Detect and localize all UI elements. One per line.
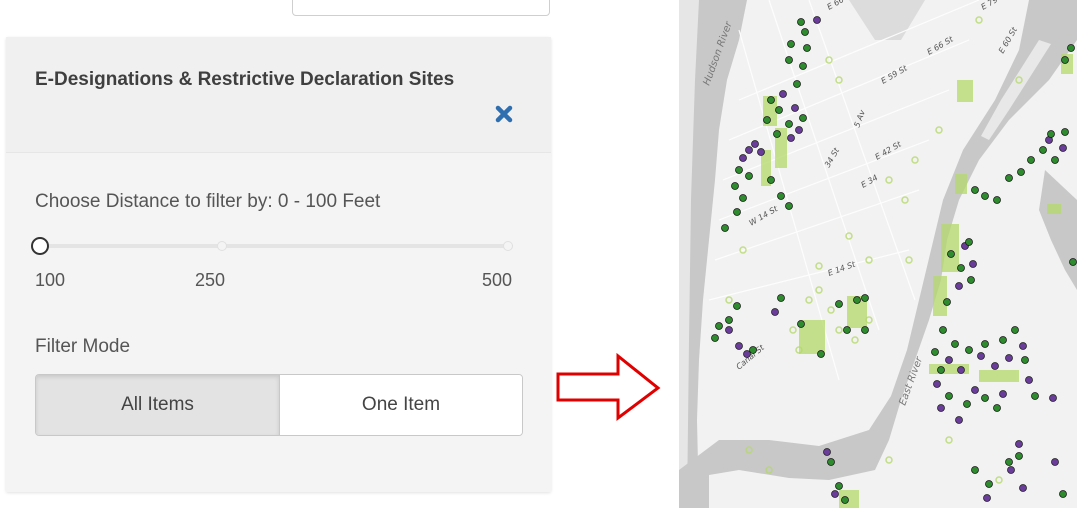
- panel-title: E-Designations & Restrictive Declaration…: [35, 69, 455, 90]
- slider-tick-250: [217, 241, 227, 251]
- right-arrow-icon: [556, 352, 661, 421]
- filter-mode-label: Filter Mode: [35, 336, 131, 357]
- one-item-button[interactable]: One Item: [280, 375, 522, 435]
- search-input[interactable]: [292, 0, 550, 16]
- distance-slider-handle[interactable]: [31, 237, 49, 255]
- slider-label-250: 250: [195, 270, 226, 290]
- slider-label-100: 100: [35, 270, 66, 290]
- distance-filter-label: Choose Distance to filter by: 0 - 100 Fe…: [35, 191, 381, 212]
- map-canvas[interactable]: E 79 St E 66 St E 66 St E 59 St 5 Av E 4…: [679, 0, 1077, 508]
- close-icon[interactable]: [493, 103, 515, 125]
- layer-filter-panel: E-Designations & Restrictive Declaration…: [6, 37, 551, 492]
- distance-slider-track[interactable]: [41, 241, 513, 251]
- panel-header: E-Designations & Restrictive Declaration…: [6, 37, 551, 153]
- map-view[interactable]: E 79 St E 66 St E 66 St E 59 St 5 Av E 4…: [679, 0, 1077, 508]
- filter-mode-toggle: All Items One Item: [35, 374, 523, 436]
- slider-tick-500: [503, 241, 513, 251]
- all-items-button[interactable]: All Items: [36, 375, 280, 435]
- panel-body: Choose Distance to filter by: 0 - 100 Fe…: [6, 153, 551, 492]
- slider-label-500: 500: [482, 270, 513, 290]
